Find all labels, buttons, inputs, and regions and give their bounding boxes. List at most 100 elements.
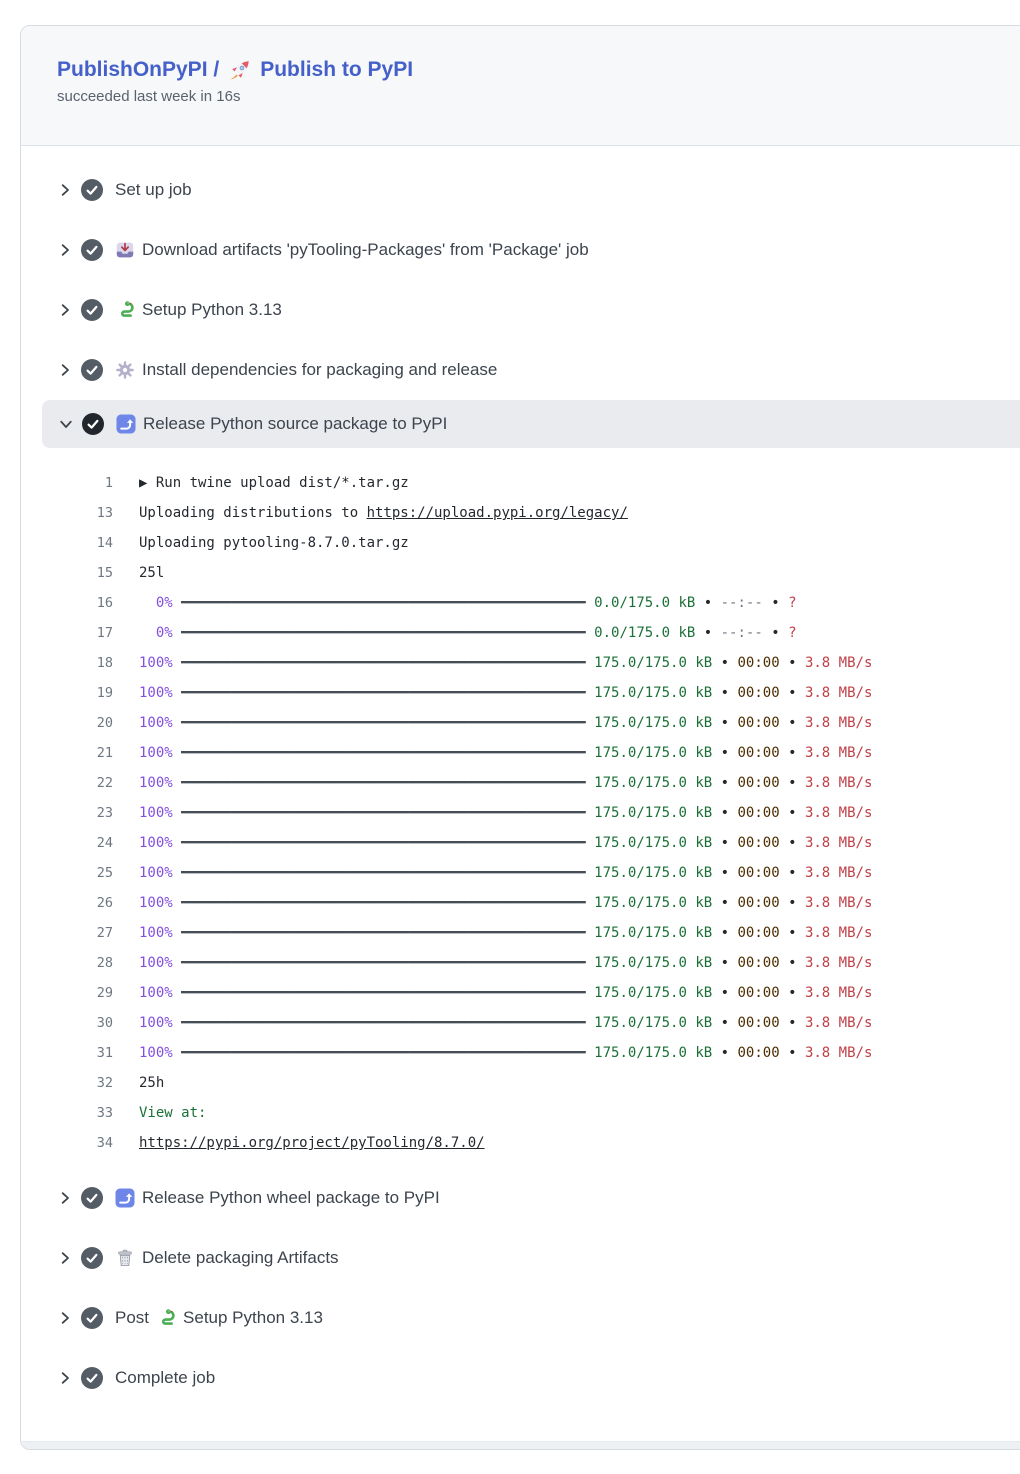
- log-line-number[interactable]: 1: [21, 468, 113, 498]
- log-link[interactable]: https://upload.pypi.org/legacy/: [367, 505, 628, 521]
- log-line-number[interactable]: 34: [21, 1128, 113, 1158]
- log-line-number[interactable]: 16: [21, 588, 113, 618]
- chevron-right-icon: [57, 1250, 73, 1266]
- log-text-segment: 100%: [139, 1045, 181, 1061]
- log-line-number[interactable]: 26: [21, 888, 113, 918]
- log-line-number[interactable]: 32: [21, 1068, 113, 1098]
- log-text-segment: •: [780, 985, 805, 1001]
- log-link[interactable]: https://pypi.org/project/pyTooling/8.7.0…: [139, 1135, 485, 1151]
- log-text-segment: 0.0/175.0 kB: [594, 595, 695, 611]
- log-line-text: 100% ━━━━━━━━━━━━━━━━━━━━━━━━━━━━━━━━━━━…: [139, 978, 872, 1008]
- log-text-segment: [586, 1045, 594, 1061]
- log-line-number[interactable]: 30: [21, 1008, 113, 1038]
- log-text-segment: 00:00: [737, 955, 779, 971]
- step-label-prefix: Post: [115, 1308, 149, 1328]
- log-line: 1▶ Run twine upload dist/*.tar.gz: [21, 468, 1020, 498]
- log-line-number[interactable]: 19: [21, 678, 113, 708]
- step-row-download-artifacts[interactable]: Download artifacts 'pyTooling-Packages' …: [21, 220, 1020, 280]
- log-text-segment: ━━━━━━━━━━━━━━━━━━━━━━━━━━━━━━━━━━━━━━━━…: [181, 715, 586, 731]
- chevron-right-icon: [57, 1370, 73, 1386]
- log-text-segment: •: [780, 685, 805, 701]
- log-line-number[interactable]: 33: [21, 1098, 113, 1128]
- log-line-number[interactable]: 28: [21, 948, 113, 978]
- log-line-number[interactable]: 15: [21, 558, 113, 588]
- log-line-text: 25h: [139, 1068, 164, 1098]
- log-text-segment: [586, 1015, 594, 1031]
- log-text-segment: 100%: [139, 805, 181, 821]
- step-row-set-up-job[interactable]: Set up job: [21, 160, 1020, 220]
- log-text-segment: 00:00: [737, 685, 779, 701]
- log-text-segment: •: [712, 865, 737, 881]
- log-text-segment: 175.0/175.0 kB: [594, 685, 712, 701]
- log-text-segment: [586, 955, 594, 971]
- log-line: 16 0% ━━━━━━━━━━━━━━━━━━━━━━━━━━━━━━━━━━…: [21, 588, 1020, 618]
- log-text-segment: •: [695, 625, 720, 641]
- log-text-segment: 175.0/175.0 kB: [594, 895, 712, 911]
- log-line-text: 100% ━━━━━━━━━━━━━━━━━━━━━━━━━━━━━━━━━━━…: [139, 1008, 872, 1038]
- log-text-segment: 0%: [139, 595, 181, 611]
- card-footer: [21, 1408, 1020, 1449]
- log-text-segment: •: [780, 925, 805, 941]
- log-line-number[interactable]: 25: [21, 858, 113, 888]
- arrow-curving-up-icon: [116, 414, 136, 434]
- log-line-number[interactable]: 24: [21, 828, 113, 858]
- rocket-icon: [228, 59, 251, 82]
- log-text-segment: •: [712, 1015, 737, 1031]
- log-line-number[interactable]: 31: [21, 1038, 113, 1068]
- success-check-icon: [81, 1187, 103, 1209]
- step-row-complete-job[interactable]: Complete job: [21, 1348, 1020, 1408]
- step-row-install-dependencies[interactable]: Install dependencies for packaging and r…: [21, 340, 1020, 400]
- log-line-number[interactable]: 18: [21, 648, 113, 678]
- log-text-segment: ━━━━━━━━━━━━━━━━━━━━━━━━━━━━━━━━━━━━━━━━…: [181, 625, 586, 641]
- log-text-segment: [586, 925, 594, 941]
- log-line-number[interactable]: 17: [21, 618, 113, 648]
- log-text-segment: •: [780, 835, 805, 851]
- log-line-text: 100% ━━━━━━━━━━━━━━━━━━━━━━━━━━━━━━━━━━━…: [139, 708, 872, 738]
- log-text-segment: 00:00: [737, 985, 779, 1001]
- chevron-right-icon: [57, 182, 73, 198]
- log-text-segment: 00:00: [737, 1015, 779, 1031]
- log-text-segment: 175.0/175.0 kB: [594, 655, 712, 671]
- step-row-setup-python[interactable]: Setup Python 3.13: [21, 280, 1020, 340]
- log-text-segment: ━━━━━━━━━━━━━━━━━━━━━━━━━━━━━━━━━━━━━━━━…: [181, 595, 586, 611]
- log-text-segment: ━━━━━━━━━━━━━━━━━━━━━━━━━━━━━━━━━━━━━━━━…: [181, 1015, 586, 1031]
- log-text-segment: 3.8 MB/s: [805, 685, 872, 701]
- log-line-number[interactable]: 21: [21, 738, 113, 768]
- log-text-segment: 100%: [139, 715, 181, 731]
- log-line-number[interactable]: 29: [21, 978, 113, 1008]
- log-line-text: 0% ━━━━━━━━━━━━━━━━━━━━━━━━━━━━━━━━━━━━━…: [139, 588, 797, 618]
- job-name: Publish to PyPI: [260, 58, 413, 82]
- log-text-segment: [586, 865, 594, 881]
- success-check-icon: [81, 1367, 103, 1389]
- step-label: Release Python source package to PyPI: [143, 414, 447, 434]
- log-text-segment: --:--: [721, 625, 763, 641]
- log-line-number[interactable]: 27: [21, 918, 113, 948]
- log-line: 28100% ━━━━━━━━━━━━━━━━━━━━━━━━━━━━━━━━━…: [21, 948, 1020, 978]
- log-text-segment: •: [780, 1015, 805, 1031]
- log-line-number[interactable]: 22: [21, 768, 113, 798]
- gear-icon: [115, 360, 135, 380]
- step-row-release-source-expanded[interactable]: Release Python source package to PyPI: [42, 400, 1020, 448]
- log-text-segment: •: [780, 715, 805, 731]
- log-text-segment: •: [712, 985, 737, 1001]
- log-line-number[interactable]: 20: [21, 708, 113, 738]
- log-text-segment: ━━━━━━━━━━━━━━━━━━━━━━━━━━━━━━━━━━━━━━━━…: [181, 955, 586, 971]
- log-text-segment: •: [712, 925, 737, 941]
- log-output: 1▶ Run twine upload dist/*.tar.gz13Uploa…: [21, 448, 1020, 1168]
- log-text-segment: ━━━━━━━━━━━━━━━━━━━━━━━━━━━━━━━━━━━━━━━━…: [181, 925, 586, 941]
- log-line-number[interactable]: 23: [21, 798, 113, 828]
- step-row-delete-artifacts[interactable]: Delete packaging Artifacts: [21, 1228, 1020, 1288]
- success-check-icon: [81, 1307, 103, 1329]
- log-text-segment: •: [712, 805, 737, 821]
- log-line-number[interactable]: 13: [21, 498, 113, 528]
- log-text-segment: ━━━━━━━━━━━━━━━━━━━━━━━━━━━━━━━━━━━━━━━━…: [181, 775, 586, 791]
- workflow-job-card: PublishOnPyPI / Publish to PyPI succeede…: [20, 25, 1020, 1450]
- step-row-release-wheel[interactable]: Release Python wheel package to PyPI: [21, 1168, 1020, 1228]
- log-line-number[interactable]: 14: [21, 528, 113, 558]
- log-line: 22100% ━━━━━━━━━━━━━━━━━━━━━━━━━━━━━━━━━…: [21, 768, 1020, 798]
- step-label: Complete job: [115, 1368, 215, 1388]
- log-line: 20 100% ━━━━━━━━━━━━━━━━━━━━━━━━━━━━━━━━━…: [21, 708, 1020, 738]
- log-text-segment: ━━━━━━━━━━━━━━━━━━━━━━━━━━━━━━━━━━━━━━━━…: [181, 745, 586, 761]
- step-row-post-setup-python[interactable]: Post Setup Python 3.13: [21, 1288, 1020, 1348]
- log-text-segment: 175.0/175.0 kB: [594, 745, 712, 761]
